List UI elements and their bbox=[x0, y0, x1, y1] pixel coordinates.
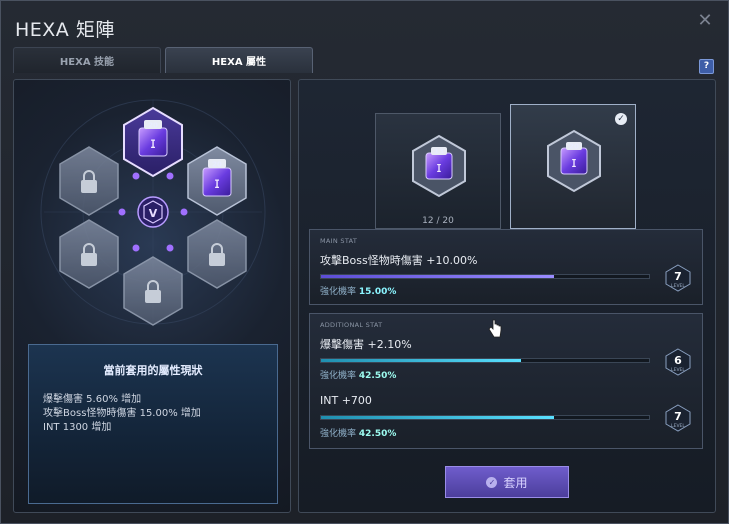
hex-level: 20 bbox=[212, 161, 222, 169]
stat-core-hex: ɪ 13 bbox=[412, 134, 466, 198]
summary-line: 攻擊Boss怪物時傷害 15.00% 增加 bbox=[43, 408, 201, 419]
progress-fill bbox=[321, 275, 554, 278]
hexa-gem-icon: ɪ bbox=[571, 155, 576, 171]
rate-value: 42.50% bbox=[358, 371, 397, 381]
level-badge: 7 LEVEL bbox=[665, 264, 691, 292]
svg-text:6: 6 bbox=[674, 354, 682, 367]
stat-core-hex: ɪ 20 bbox=[547, 129, 601, 193]
hexa-gem-icon: ɪ bbox=[150, 134, 156, 152]
additional-stat-heading: ADDITIONAL STAT bbox=[320, 321, 383, 329]
rate-label: 強化機率 bbox=[320, 371, 357, 381]
svg-text:LEVEL: LEVEL bbox=[671, 283, 685, 289]
rate-value: 42.50% bbox=[358, 429, 397, 439]
hexa-gem-icon: ɪ bbox=[214, 174, 220, 192]
progress-fill bbox=[321, 416, 554, 419]
hex-slot-locked[interactable] bbox=[187, 219, 247, 289]
main-stat-progress bbox=[320, 274, 650, 279]
slot-level: 20 bbox=[569, 143, 579, 151]
summary-title: 當前套用的屬性現狀 bbox=[103, 364, 203, 377]
rate-label: 強化機率 bbox=[320, 287, 357, 297]
hexa-emblem-icon: V bbox=[137, 196, 169, 228]
apply-button-label: 套用 bbox=[503, 475, 528, 490]
current-stat-summary: 當前套用的屬性現狀 爆擊傷害 5.60% 增加 攻擊Boss怪物時傷害 15.0… bbox=[28, 344, 278, 504]
tab-bar: HEXA 技能 HEXA 屬性 bbox=[13, 47, 313, 73]
level-badge: 6 LEVEL bbox=[665, 348, 691, 376]
level-badge: 7 LEVEL bbox=[665, 404, 691, 432]
rate-value: 15.00% bbox=[358, 287, 397, 297]
hand-cursor-icon bbox=[488, 319, 502, 338]
svg-text:LEVEL: LEVEL bbox=[671, 367, 685, 373]
hexa-stat-board: ɪ 20 ɪ 20 V 當前套用的屬性現狀 爆擊傷害 5.60% 增加 攻擊Bo… bbox=[13, 79, 291, 513]
window-title: HEXA 矩陣 bbox=[15, 19, 115, 41]
svg-text:V: V bbox=[149, 207, 158, 220]
svg-text:LEVEL: LEVEL bbox=[671, 423, 685, 429]
slot-level: 13 bbox=[434, 148, 444, 156]
additional-stat-progress bbox=[320, 415, 650, 420]
stat-core-slot[interactable]: ɪ 13 12 / 20 bbox=[375, 113, 501, 229]
help-icon[interactable]: ? bbox=[699, 59, 714, 74]
hexa-matrix-window: HEXA 矩陣 ✕ HEXA 技能 HEXA 屬性 ? ɪ 20 ɪ 20 V … bbox=[0, 0, 729, 524]
main-stat-name: 攻擊Boss怪物時傷害 +10.00% bbox=[320, 254, 478, 267]
check-circle-icon: ✓ bbox=[486, 476, 498, 488]
summary-lines: 爆擊傷害 5.60% 增加 攻擊Boss怪物時傷害 15.00% 增加 INT … bbox=[43, 393, 201, 435]
tab-hexa-stat[interactable]: HEXA 屬性 bbox=[165, 47, 313, 73]
rate-label: 強化機率 bbox=[320, 429, 357, 439]
hex-level: 20 bbox=[148, 122, 158, 130]
close-icon[interactable]: ✕ bbox=[696, 12, 714, 30]
summary-line: 爆擊傷害 5.60% 增加 bbox=[43, 394, 142, 405]
additional-stat-name: 爆擊傷害 +2.10% bbox=[320, 338, 412, 351]
hex-slot-locked[interactable] bbox=[59, 219, 119, 289]
additional-stat-box: ADDITIONAL STAT 爆擊傷害 +2.10% 強化機率 42.50% … bbox=[309, 313, 703, 449]
hexa-gem-icon: ɪ bbox=[436, 160, 441, 176]
summary-line: INT 1300 增加 bbox=[43, 422, 112, 433]
main-stat-heading: MAIN STAT bbox=[320, 237, 358, 245]
hex-slot-top[interactable]: ɪ 20 bbox=[123, 106, 183, 178]
hex-board: ɪ 20 ɪ 20 V bbox=[40, 99, 266, 326]
svg-text:7: 7 bbox=[674, 410, 682, 423]
progress-fill bbox=[321, 359, 522, 362]
main-stat-rate: 強化機率 15.00% bbox=[320, 284, 396, 297]
hex-slot-locked[interactable] bbox=[123, 256, 183, 326]
apply-button[interactable]: ✓ 套用 bbox=[445, 466, 569, 498]
svg-text:7: 7 bbox=[674, 270, 682, 283]
main-stat-box: MAIN STAT 攻擊Boss怪物時傷害 +10.00% 強化機率 15.00… bbox=[309, 229, 703, 305]
stat-core-slot-selected[interactable]: ✓ ɪ 20 bbox=[510, 104, 636, 229]
additional-stat-rate: 強化機率 42.50% bbox=[320, 368, 396, 381]
additional-stat-progress bbox=[320, 358, 650, 363]
enhance-count: 12 / 20 bbox=[422, 216, 454, 226]
tab-hexa-skill[interactable]: HEXA 技能 bbox=[13, 47, 161, 73]
additional-stat-rate: 強化機率 42.50% bbox=[320, 426, 396, 439]
additional-stat-name: INT +700 bbox=[320, 394, 372, 407]
